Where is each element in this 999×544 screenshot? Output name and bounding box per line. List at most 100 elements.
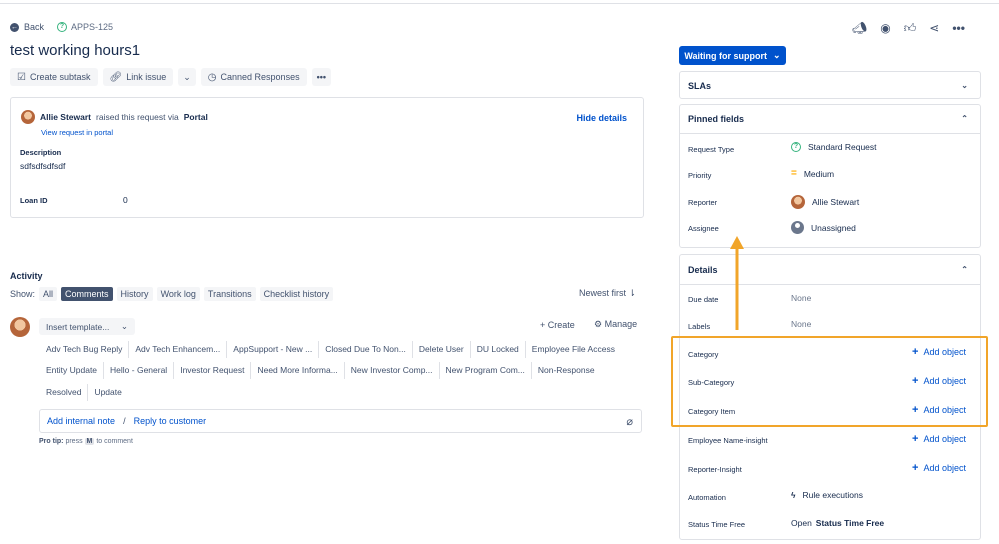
filter-history[interactable]: History [116, 287, 153, 301]
create-label: Create [547, 320, 575, 330]
chevron-down-icon: ⌄ [183, 71, 191, 82]
request-type-value[interactable]: ? Standard Request [791, 142, 877, 152]
details-title: Details [688, 265, 718, 275]
chevron-down-icon[interactable]: ⌄ [961, 81, 968, 90]
pro-tip: Pro tip: press M to comment [39, 438, 133, 445]
issue-toolbar: ☑ Create subtask 🔗︎ Link issue ⌄ ◷ Canne… [10, 68, 332, 86]
divider [680, 284, 980, 285]
filter-all[interactable]: All [39, 287, 58, 301]
more-actions-button[interactable]: ••• [311, 68, 332, 86]
canned-response-item[interactable]: Adv Tech Bug Reply [40, 341, 128, 358]
plus-icon: + [912, 433, 919, 445]
canned-response-item[interactable]: Investor Request [173, 362, 250, 379]
attachment-icon[interactable]: ⌀ [626, 415, 633, 428]
chevron-up-icon[interactable]: ⌃ [961, 265, 968, 274]
watch-eye-icon[interactable]: ◉ [880, 21, 890, 36]
chevron-down-icon: ⌄ [120, 321, 128, 331]
chevron-down-icon: ⌄ [773, 50, 781, 60]
canned-response-item[interactable]: Need More Informa... [250, 362, 343, 379]
canned-responses-row-2: Entity Update Hello - General Investor R… [40, 362, 601, 379]
manage-templates-button[interactable]: ⚙ Manage [594, 319, 637, 330]
insert-template-dropdown[interactable]: Insert template... ⌄ [39, 318, 135, 335]
reporter-value[interactable]: Allie Stewart [791, 195, 859, 209]
canned-response-item[interactable]: Update [87, 384, 127, 401]
canned-responses-label: Canned Responses [220, 72, 300, 82]
question-circle-icon: ? [791, 142, 801, 152]
filter-comments[interactable]: Comments [61, 287, 113, 301]
employee-name-add-object-button[interactable]: + Add object [912, 433, 966, 445]
slas-panel[interactable]: SLAs ⌄ [679, 71, 981, 99]
more-icon: ••• [316, 72, 327, 82]
priority-label: Priority [688, 171, 712, 180]
reporter-insight-add-object-button[interactable]: + Add object [912, 462, 966, 474]
comment-editor[interactable]: Add internal note / Reply to customer ⌀ [39, 409, 642, 433]
status-time-label: Status Time Free [688, 520, 746, 529]
assignee-value[interactable]: Unassigned [791, 221, 856, 234]
share-icon[interactable]: ⋖ [929, 21, 939, 36]
canned-response-item[interactable]: Hello - General [103, 362, 173, 379]
activity-filter-bar: Show: All Comments History Work log Tran… [10, 287, 334, 301]
canned-response-item[interactable]: Resolved [40, 384, 87, 401]
back-link[interactable]: ← Back [10, 22, 44, 32]
top-divider [0, 3, 999, 4]
request-type-text: Standard Request [808, 142, 877, 152]
vote-thumbs-up-icon[interactable]: 👍︎ [904, 21, 917, 36]
automation-label: Automation [688, 493, 726, 502]
activity-heading: Activity [10, 271, 43, 281]
annotation-arrow-icon [730, 236, 744, 330]
canned-responses-button[interactable]: ◷ Canned Responses [200, 68, 307, 86]
canned-response-item[interactable]: New Program Com... [438, 362, 531, 379]
feedback-megaphone-icon[interactable]: 📣︎ [852, 21, 867, 36]
avatar [10, 317, 30, 337]
issue-key-link[interactable]: ? APPS-125 [57, 22, 113, 32]
hide-details-button[interactable]: Hide details [576, 113, 627, 123]
canned-responses-icon: ◷ [207, 71, 217, 83]
canned-response-item[interactable]: DU Locked [469, 341, 525, 358]
priority-value[interactable]: = Medium [791, 168, 834, 179]
description-value[interactable]: sdfsdfsdfsdf [20, 161, 65, 171]
canned-response-item[interactable]: Entity Update [40, 362, 103, 379]
avatar [21, 110, 35, 124]
canned-response-item[interactable]: New Investor Comp... [343, 362, 439, 379]
filter-checklist-history[interactable]: Checklist history [259, 287, 334, 301]
chevron-up-icon[interactable]: ⌃ [961, 114, 968, 123]
more-icon[interactable]: ••• [952, 21, 965, 36]
labels-value[interactable]: None [791, 319, 811, 329]
reporter-text: Allie Stewart [812, 197, 860, 207]
canned-response-item[interactable]: Adv Tech Enhancem... [128, 341, 226, 358]
manage-label: Manage [604, 319, 638, 329]
view-request-link[interactable]: View request in portal [41, 128, 113, 137]
canned-response-item[interactable]: Closed Due To Non... [318, 341, 412, 358]
canned-response-item[interactable]: AppSupport - New ... [226, 341, 318, 358]
subtask-icon: ☑ [17, 71, 26, 83]
add-internal-note-button[interactable]: Add internal note [47, 416, 115, 426]
loan-id-label: Loan ID [20, 196, 48, 205]
automation-text: Rule executions [802, 490, 863, 500]
canned-response-item[interactable]: Delete User [411, 341, 470, 358]
canned-response-item[interactable]: Non-Response [530, 362, 601, 379]
back-label: Back [24, 22, 45, 32]
create-subtask-button[interactable]: ☑ Create subtask [10, 68, 98, 86]
filter-work-log[interactable]: Work log [156, 287, 200, 301]
protip-press: press [65, 438, 83, 445]
filter-transitions[interactable]: Transitions [203, 287, 256, 301]
reply-to-customer-button[interactable]: Reply to customer [134, 416, 207, 426]
separator: / [123, 416, 126, 426]
canned-response-item[interactable]: Employee File Access [524, 341, 621, 358]
loan-id-value[interactable]: 0 [123, 195, 128, 205]
request-type-label: Request Type [688, 145, 735, 154]
request-type-icon: ? [57, 22, 67, 32]
automation-value[interactable]: ϟ Rule executions [791, 490, 863, 500]
status-time-value: Open Status Time Free [791, 518, 884, 528]
canned-responses-row-3: Resolved Update [40, 384, 128, 401]
reporter-name[interactable]: Allie Stewart [40, 112, 91, 122]
sort-order-button[interactable]: Newest first ⇂ [579, 288, 636, 299]
due-date-value[interactable]: None [791, 293, 811, 303]
create-template-button[interactable]: + Create [540, 320, 575, 330]
priority-text: Medium [803, 168, 835, 179]
show-label: Show: [10, 289, 36, 299]
status-button[interactable]: Waiting for support ⌄ [679, 46, 786, 65]
link-issue-dropdown-button[interactable]: ⌄ [178, 68, 196, 86]
link-issue-button[interactable]: 🔗︎ Link issue [102, 68, 174, 86]
page-title[interactable]: test working hours1 [10, 42, 140, 59]
